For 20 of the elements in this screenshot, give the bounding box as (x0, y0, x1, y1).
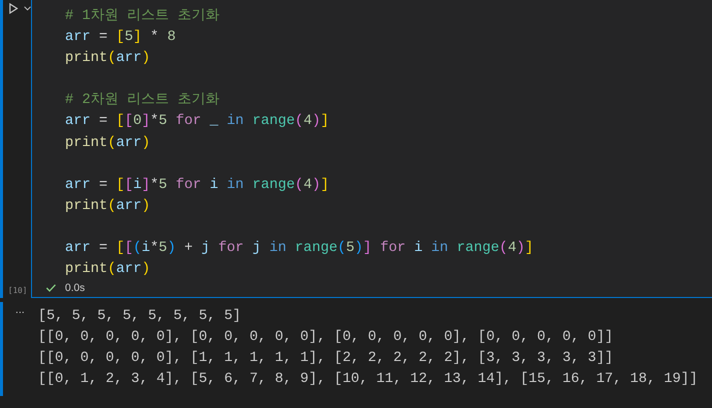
code-comment: # 1차원 리스트 초기화 (65, 7, 220, 26)
code-line: print(arr) (65, 196, 150, 216)
code-line: arr = [[i]*5 for i in range(4)] (65, 176, 329, 195)
code-line: arr = [5] * 8 (65, 28, 176, 48)
code-line: arr = [[0]*5 for _ in range(4)] (65, 112, 329, 132)
output-line: [[0, 1, 2, 3, 4], [5, 6, 7, 8, 9], [10, 11, 12, 13, 14], [15, 16, 17, 18, 19]] (38, 370, 698, 389)
code-line: arr = [[(i*5) + j for j in range(5)] for i in range(4)] (65, 239, 534, 258)
code-line: print(arr) (65, 134, 150, 153)
run-icon[interactable] (9, 3, 18, 14)
chevron-icon[interactable] (24, 6, 31, 11)
output-line: [5, 5, 5, 5, 5, 5, 5, 5] (38, 307, 241, 326)
execution-count: [10] (7, 286, 28, 297)
execution-time: 0.0s (65, 282, 85, 294)
output-menu-button[interactable]: ... (9, 304, 31, 316)
output-line: [[0, 0, 0, 0, 0], [0, 0, 0, 0, 0], [0, 0, 0, 0, 0], [0, 0, 0, 0, 0]] (38, 328, 614, 347)
code-line: print(arr) (65, 49, 150, 68)
output-line: [[0, 0, 0, 0, 0], [1, 1, 1, 1, 1], [2, 2, 2, 2, 2], [3, 3, 3, 3, 3]] (38, 349, 614, 368)
code-line: print(arr) (65, 260, 150, 280)
code-editor[interactable] (31, 0, 712, 298)
code-comment: # 2차원 리스트 초기화 (65, 91, 220, 110)
